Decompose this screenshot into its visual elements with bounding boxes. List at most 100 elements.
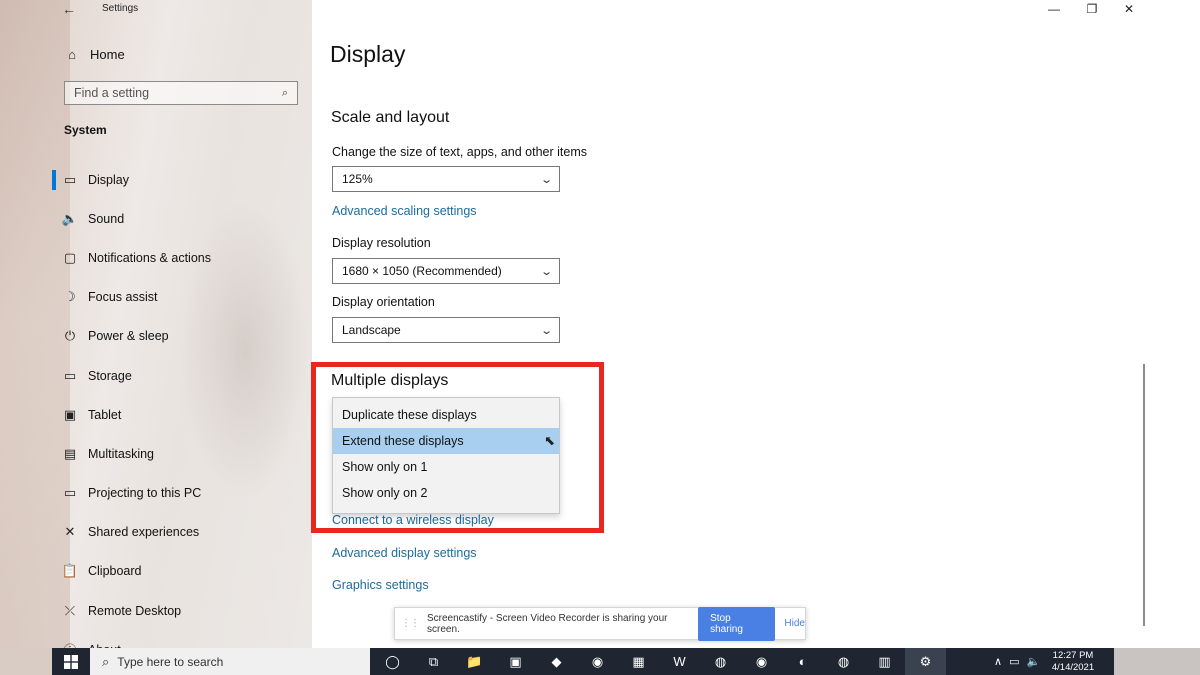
windows-logo-icon bbox=[64, 654, 78, 669]
scrollbar[interactable] bbox=[1143, 364, 1145, 626]
start-button[interactable] bbox=[52, 648, 90, 675]
orientation-select[interactable]: Landscape ⌄ bbox=[332, 317, 560, 343]
file-explorer-icon[interactable]: 📁 bbox=[454, 648, 495, 675]
storage-icon: ▭ bbox=[63, 367, 77, 383]
sidebar-item-shared-experiences[interactable]: ✕ Shared experiences bbox=[52, 513, 310, 552]
chevron-down-icon: ⌄ bbox=[539, 265, 553, 278]
sidebar-item-power-sleep[interactable]: ⏻ Power & sleep bbox=[52, 317, 310, 356]
sidebar-item-label: Shared experiences bbox=[88, 525, 200, 540]
multiple-displays-dropdown[interactable]: Duplicate these displays Extend these dis… bbox=[332, 397, 560, 514]
settings-sidebar: ← Settings ⌂ Home ⌕ System ▭ Display 🔈 Soun… bbox=[0, 0, 312, 648]
chrome-profile-icon[interactable]: ◍ bbox=[823, 648, 864, 675]
projecting-icon: ▭ bbox=[63, 485, 77, 501]
notification-area-edge bbox=[1114, 648, 1200, 675]
taskbar-search[interactable]: ⌕ Type here to search bbox=[90, 648, 370, 675]
page-title: Display bbox=[330, 41, 406, 67]
dropdown-option[interactable]: Show only on 1 bbox=[333, 454, 559, 480]
word-icon[interactable]: W bbox=[659, 648, 700, 675]
timeline-icon[interactable]: ⧉ bbox=[413, 648, 454, 675]
orientation-value: Landscape bbox=[342, 323, 401, 337]
hide-button[interactable]: Hide bbox=[784, 618, 805, 629]
maximize-button[interactable]: ❐ bbox=[1074, 0, 1110, 18]
drag-handle-icon[interactable]: ⋮⋮ bbox=[401, 618, 420, 629]
dropdown-option-label: Show only on 2 bbox=[342, 486, 428, 500]
edge-icon[interactable]: ◐ bbox=[782, 648, 823, 675]
network-icon[interactable]: ▭ bbox=[1009, 655, 1019, 668]
scale-value: 125% bbox=[342, 172, 373, 186]
sidebar-item-label: Sound bbox=[88, 211, 125, 226]
dropdown-option[interactable]: Duplicate these displays bbox=[333, 402, 559, 428]
sidebar-item-label: Notifications & actions bbox=[88, 250, 211, 265]
sidebar-item-remote-desktop[interactable]: ⤫ Remote Desktop bbox=[52, 591, 310, 630]
sidebar-item-tablet[interactable]: ▣ Tablet bbox=[52, 395, 310, 434]
shared-icon: ✕ bbox=[64, 524, 76, 540]
find-setting-input[interactable] bbox=[74, 86, 264, 100]
scale-layout-heading: Scale and layout bbox=[331, 109, 450, 126]
home-nav-item[interactable]: ⌂ Home bbox=[64, 46, 125, 62]
advanced-scaling-link[interactable]: Advanced scaling settings bbox=[332, 204, 477, 218]
sidebar-item-label: Clipboard bbox=[88, 564, 142, 579]
dropdown-option-label: Duplicate these displays bbox=[342, 408, 477, 422]
search-icon: ⌕ bbox=[102, 653, 110, 669]
graphics-settings-link[interactable]: Graphics settings bbox=[332, 578, 429, 592]
clipboard-icon: 📋 bbox=[61, 563, 79, 579]
screen-share-bar: ⋮⋮ Screencastify - Screen Video Recorder… bbox=[394, 606, 806, 641]
android-app-icon[interactable]: ◉ bbox=[577, 648, 618, 675]
sidebar-item-display[interactable]: ▭ Display bbox=[52, 160, 310, 199]
taskbar-edge bbox=[0, 648, 52, 675]
zoom-icon[interactable]: ◉ bbox=[741, 648, 782, 675]
sidebar-item-label: Power & sleep bbox=[88, 329, 169, 344]
find-setting-search[interactable]: ⌕ bbox=[64, 81, 298, 105]
clock[interactable]: 12:27 PM 4/14/2021 bbox=[1038, 650, 1108, 673]
sidebar-item-clipboard[interactable]: 📋 Clipboard bbox=[52, 552, 310, 591]
multitasking-icon: ▤ bbox=[63, 445, 77, 461]
taskbar-search-placeholder: Type here to search bbox=[117, 654, 224, 669]
task-view-icon[interactable]: ◯ bbox=[372, 648, 413, 675]
outlook-icon[interactable]: ▥ bbox=[864, 648, 905, 675]
remote-desktop-icon: ⤫ bbox=[64, 602, 76, 618]
sidebar-item-about[interactable]: ⓘAbout bbox=[52, 630, 310, 648]
taskbar: ⌕ Type here to search ◯ ⧉ 📁 ▣ ◆ ◉ ▦ W ◍ ◉ ◐ ◍ ▥ ⚙ ∧ ▭ 🔈… bbox=[0, 648, 1200, 675]
scale-select[interactable]: 125% ⌄ bbox=[332, 166, 560, 192]
clock-date: 4/14/2021 bbox=[1051, 661, 1095, 673]
browser-app-icon[interactable]: ◆ bbox=[536, 648, 577, 675]
speaker-icon: 🔈 bbox=[61, 210, 79, 226]
minimize-button[interactable]: — bbox=[1036, 0, 1072, 18]
settings-gear-icon[interactable]: ⚙ bbox=[905, 648, 946, 675]
close-button[interactable]: ✕ bbox=[1111, 0, 1147, 18]
dropdown-option-label: Extend these displays bbox=[342, 434, 464, 448]
dropdown-option-label: Show only on 1 bbox=[342, 460, 428, 474]
clock-time: 12:27 PM bbox=[1052, 650, 1094, 661]
monitor-icon: ▭ bbox=[63, 171, 77, 187]
notification-icon: ▢ bbox=[63, 249, 77, 265]
sidebar-item-notifications-actions[interactable]: ▢ Notifications & actions bbox=[52, 238, 310, 277]
sidebar-item-focus-assist[interactable]: ☽ Focus assist bbox=[52, 278, 310, 317]
tablet-icon: ▣ bbox=[63, 406, 77, 422]
sidebar-item-sound[interactable]: 🔈 Sound bbox=[52, 199, 310, 238]
advanced-display-link[interactable]: Advanced display settings bbox=[332, 546, 477, 560]
resolution-select[interactable]: 1680 × 1050 (Recommended) ⌄ bbox=[332, 258, 560, 284]
orientation-label: Display orientation bbox=[332, 295, 435, 309]
calculator-icon[interactable]: ▦ bbox=[618, 648, 659, 675]
chrome-icon[interactable]: ◍ bbox=[700, 648, 741, 675]
search-icon[interactable]: ⌕ bbox=[279, 85, 291, 101]
sidebar-item-label: Storage bbox=[88, 368, 132, 383]
taskbar-apps: ◯ ⧉ 📁 ▣ ◆ ◉ ▦ W ◍ ◉ ◐ ◍ ▥ ⚙ bbox=[372, 648, 946, 675]
dropdown-option[interactable]: Extend these displays ⬉ bbox=[333, 428, 559, 454]
sidebar-item-projecting-to-this-pc[interactable]: ▭ Projecting to this PC bbox=[52, 474, 310, 513]
video-app-icon[interactable]: ▣ bbox=[495, 648, 536, 675]
sidebar-item-label: Remote Desktop bbox=[88, 603, 182, 618]
section-title-system: System bbox=[64, 123, 107, 137]
sidebar-item-multitasking[interactable]: ▤ Multitasking bbox=[52, 434, 310, 473]
resolution-value: 1680 × 1050 (Recommended) bbox=[342, 264, 502, 278]
dropdown-option[interactable]: Show only on 2 bbox=[333, 480, 559, 506]
moon-icon: ☽ bbox=[64, 289, 76, 305]
back-arrow-icon[interactable]: ← bbox=[62, 1, 76, 17]
sidebar-item-storage[interactable]: ▭ Storage bbox=[52, 356, 310, 395]
tray-chevron-icon[interactable]: ∧ bbox=[994, 655, 1002, 668]
home-label: Home bbox=[90, 46, 125, 62]
power-icon: ⏻ bbox=[64, 328, 76, 344]
sidebar-item-label: Display bbox=[88, 172, 129, 187]
sidebar-item-label: Projecting to this PC bbox=[88, 486, 202, 501]
stop-sharing-button[interactable]: Stop sharing bbox=[698, 606, 776, 641]
